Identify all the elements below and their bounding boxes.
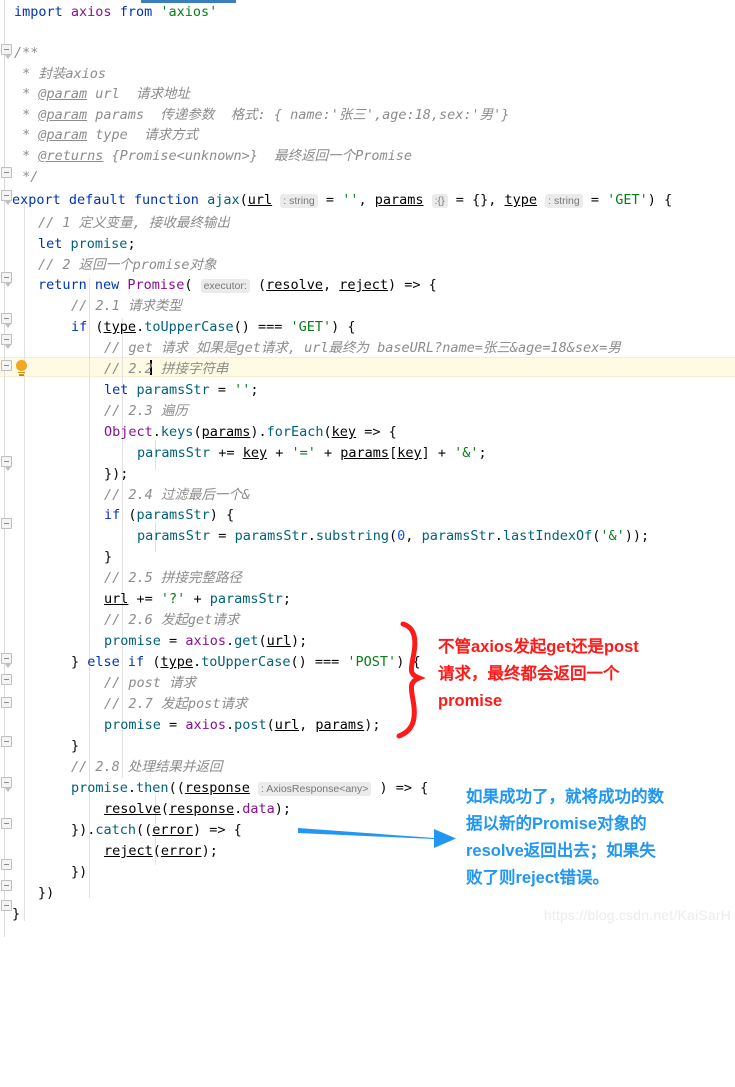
code-line: reject(error); [104,843,218,859]
code-line: return new Promise( executor: (resolve, … [38,277,437,293]
code-line: * @returns {Promise<unknown>} 最终返回一个Prom… [14,148,412,164]
code-line: }) [71,864,88,880]
code-line: // 2.5 拼接完整路径 [104,570,242,586]
code-line: // 2.7 发起post请求 [104,696,248,712]
watermark: https://blog.csdn.net/KaiSarH [543,907,731,923]
red-brace-marker [396,621,426,739]
code-line: import axios from 'axios' [14,4,218,20]
code-line: promise = axios.post(url, params); [104,717,381,733]
code-content[interactable]: import axios from 'axios' /** * 封装axios … [0,0,735,1087]
code-line: * @param params 传递参数 格式: { name:'张三',age… [14,107,510,123]
blue-arrow-marker [298,828,456,848]
code-line: // 2.1 请求类型 [71,298,182,314]
blue-annotation-text: 如果成功了，就将成功的数 据以新的Promise对象的 resolve返回出去；… [466,788,664,887]
code-line: } [104,549,113,565]
code-line: // post 请求 [104,675,197,691]
code-line: */ [14,169,39,185]
code-line: if (type.toUpperCase() === 'GET') { [71,319,356,335]
code-line: resolve(response.data); [104,801,291,817]
code-line: paramsStr = paramsStr.substring(0, param… [137,528,650,544]
code-line: url += '?' + paramsStr; [104,591,292,607]
code-line: Object.keys(params).forEach(key => { [104,424,397,440]
code-line: } [71,738,80,754]
code-line: // 2.2 拼接字符串 [104,361,229,377]
code-line: promise.then((response : AxiosResponse<a… [71,780,429,796]
code-line: let promise; [38,236,136,252]
code-line: }).catch((error) => { [71,822,242,838]
code-line: /** [14,45,39,61]
code-line: // 2 返回一个promise对象 [38,257,217,273]
code-line: paramsStr += key + '=' + params[key] + '… [137,445,487,461]
code-line: * @param type 请求方式 [14,127,199,143]
code-line: * 封装axios [14,66,107,82]
red-annotation-text: 不管axios发起get还是post 请求，最终都会返回一个 promise [438,638,639,710]
code-line: } else if (type.toUpperCase() === 'POST'… [71,654,421,670]
code-line: // 2.3 遍历 [104,403,188,419]
code-line: // 1 定义变量, 接收最终输出 [38,215,230,231]
code-line: }) [38,885,55,901]
code-line: // 2.6 发起get请求 [104,612,240,628]
code-line: }); [104,466,129,482]
code-line: } [12,906,21,922]
code-editor[interactable]: import axios from 'axios' /** * 封装axios … [0,0,735,937]
code-line: // 2.8 处理结果并返回 [71,759,223,775]
code-line: // get 请求 如果是get请求, url最终为 baseURL?name=… [104,340,621,356]
code-line: if (paramsStr) { [104,507,235,523]
code-line: promise = axios.get(url); [104,633,308,649]
code-line: export default function ajax(url : strin… [12,192,673,208]
code-line: * @param url 请求地址 [14,86,190,102]
code-line: // 2.4 过滤最后一个& [104,487,251,503]
code-line: let paramsStr = ''; [104,382,259,398]
